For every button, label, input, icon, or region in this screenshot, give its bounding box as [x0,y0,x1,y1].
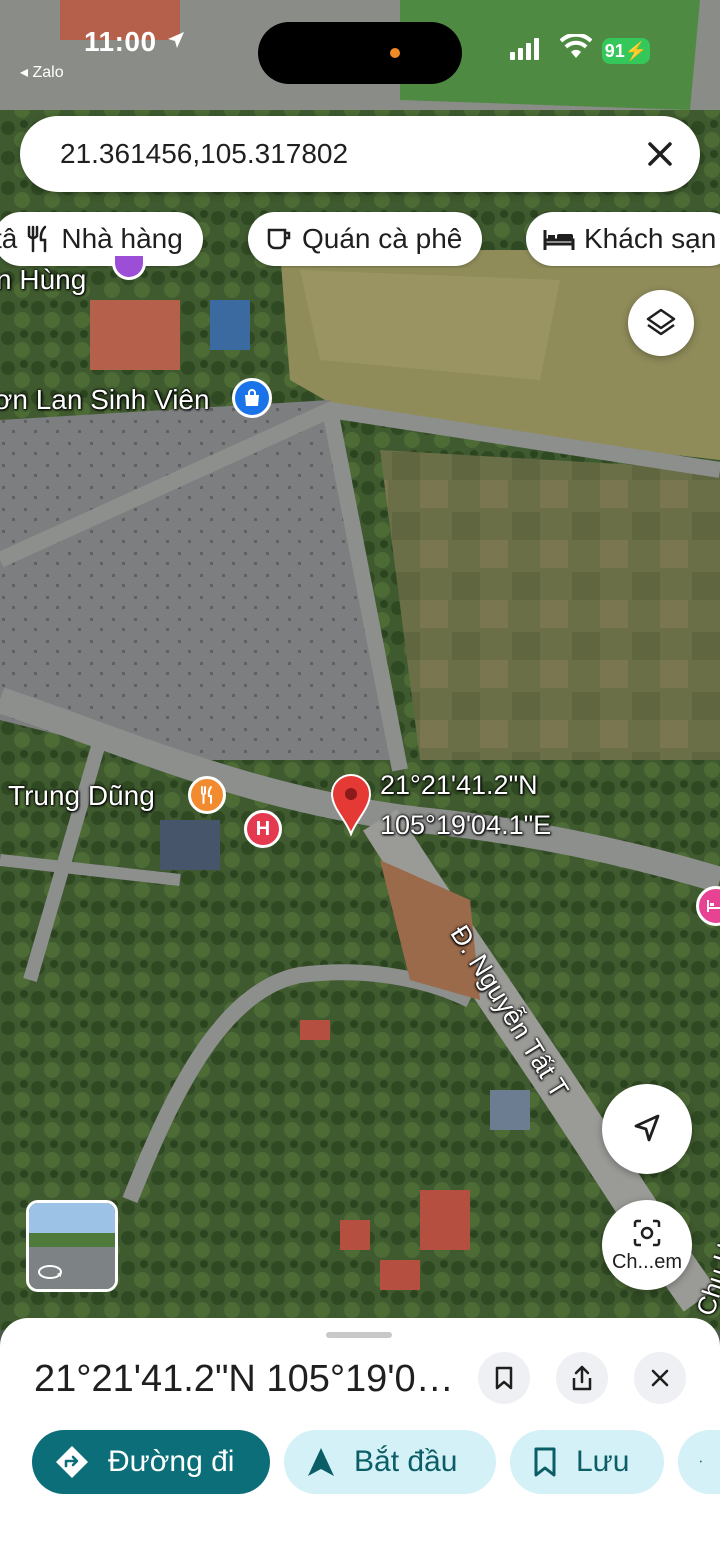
layers-icon [646,308,676,336]
chip-label: Quán cà phê [302,223,463,254]
category-chips: tâ Nhà hàng Quán cà phê Khách sạn [0,212,720,268]
lens-camera-icon [633,1219,661,1246]
my-location-button[interactable] [602,1084,692,1174]
battery-level: 91 [604,41,625,61]
directions-label: Đường đi [108,1445,235,1478]
bookmark-icon [495,1366,513,1390]
map-label-hung[interactable]: n Hùng [0,264,86,296]
search-input[interactable]: 21.361456,105.317802 [60,138,348,170]
bookmark-save-icon [534,1447,556,1477]
wifi-icon [560,34,592,58]
sheet-drag-handle[interactable] [326,1332,392,1338]
back-to-app-link[interactable]: ◂ Zalo [20,62,64,82]
directions-icon [56,1446,88,1478]
pin-longitude-label: 105°19'04.1"E [380,810,552,840]
hospital-letter: H [255,817,271,840]
place-bottom-sheet[interactable]: 21°21'41.2"N 105°19'04.1"E Đường đi Bắt … [0,1318,720,1564]
location-arrow-icon [168,32,184,48]
place-title: 21°21'41.2"N 105°19'04.1"E [34,1358,474,1400]
chip-clipped-text: tâ [0,223,18,254]
clock: 11:00 [84,26,157,57]
share-button[interactable] [556,1352,608,1404]
dropped-pin-icon[interactable] [330,774,372,836]
close-sheet-button[interactable] [634,1352,686,1404]
camera-search-button[interactable]: Ch...em [602,1200,692,1290]
flag-icon [700,1460,702,1464]
close-icon[interactable] [644,138,676,170]
chip-hotels[interactable]: Khách sạn [526,212,720,266]
bed-icon [543,230,575,250]
street-view-thumbnail[interactable] [26,1200,118,1292]
pin-latitude-label: 21°21'41.2"N [380,770,538,800]
map-label-trung-dung[interactable]: Trung Dũng [8,780,155,812]
chip-coffee[interactable]: Quán cà phê [248,212,483,266]
status-bar: 11:00 ◂ Zalo 91⚡ [0,0,720,100]
restaurant-marker-icon[interactable] [188,776,226,814]
close-icon [651,1369,669,1387]
hospital-marker-icon[interactable]: H [244,810,282,848]
dynamic-island [258,22,462,84]
coffee-cup-icon [267,228,291,250]
bookmark-button[interactable] [478,1352,530,1404]
more-actions-button[interactable] [678,1430,720,1494]
battery-indicator: 91⚡ [602,38,650,64]
layers-button[interactable] [628,290,694,356]
camera-button-label: Ch...em [611,1250,683,1273]
save-button[interactable]: Lưu [510,1430,664,1494]
privacy-indicator [390,48,400,58]
map-label-sinh-vien[interactable]: ơn Lan Sinh Viên [0,384,210,416]
chip-label: Khách sạn [584,223,717,254]
start-label: Bắt đầu [354,1445,458,1478]
navigation-arrow-icon [634,1114,660,1142]
search-bar[interactable]: 21.361456,105.317802 [20,116,700,192]
fork-knife-icon [28,225,47,253]
chip-restaurants[interactable]: tâ Nhà hàng [0,212,203,266]
chip-label: Nhà hàng [61,223,183,254]
shopping-bag-icon[interactable] [232,378,272,418]
cellular-signal-icon [510,38,539,60]
save-label: Lưu [576,1445,630,1478]
360-rotate-icon [38,1265,62,1279]
share-icon [572,1365,592,1391]
navigation-start-icon [308,1448,334,1476]
start-navigation-button[interactable]: Bắt đầu [284,1430,496,1494]
directions-button[interactable]: Đường đi [32,1430,270,1494]
